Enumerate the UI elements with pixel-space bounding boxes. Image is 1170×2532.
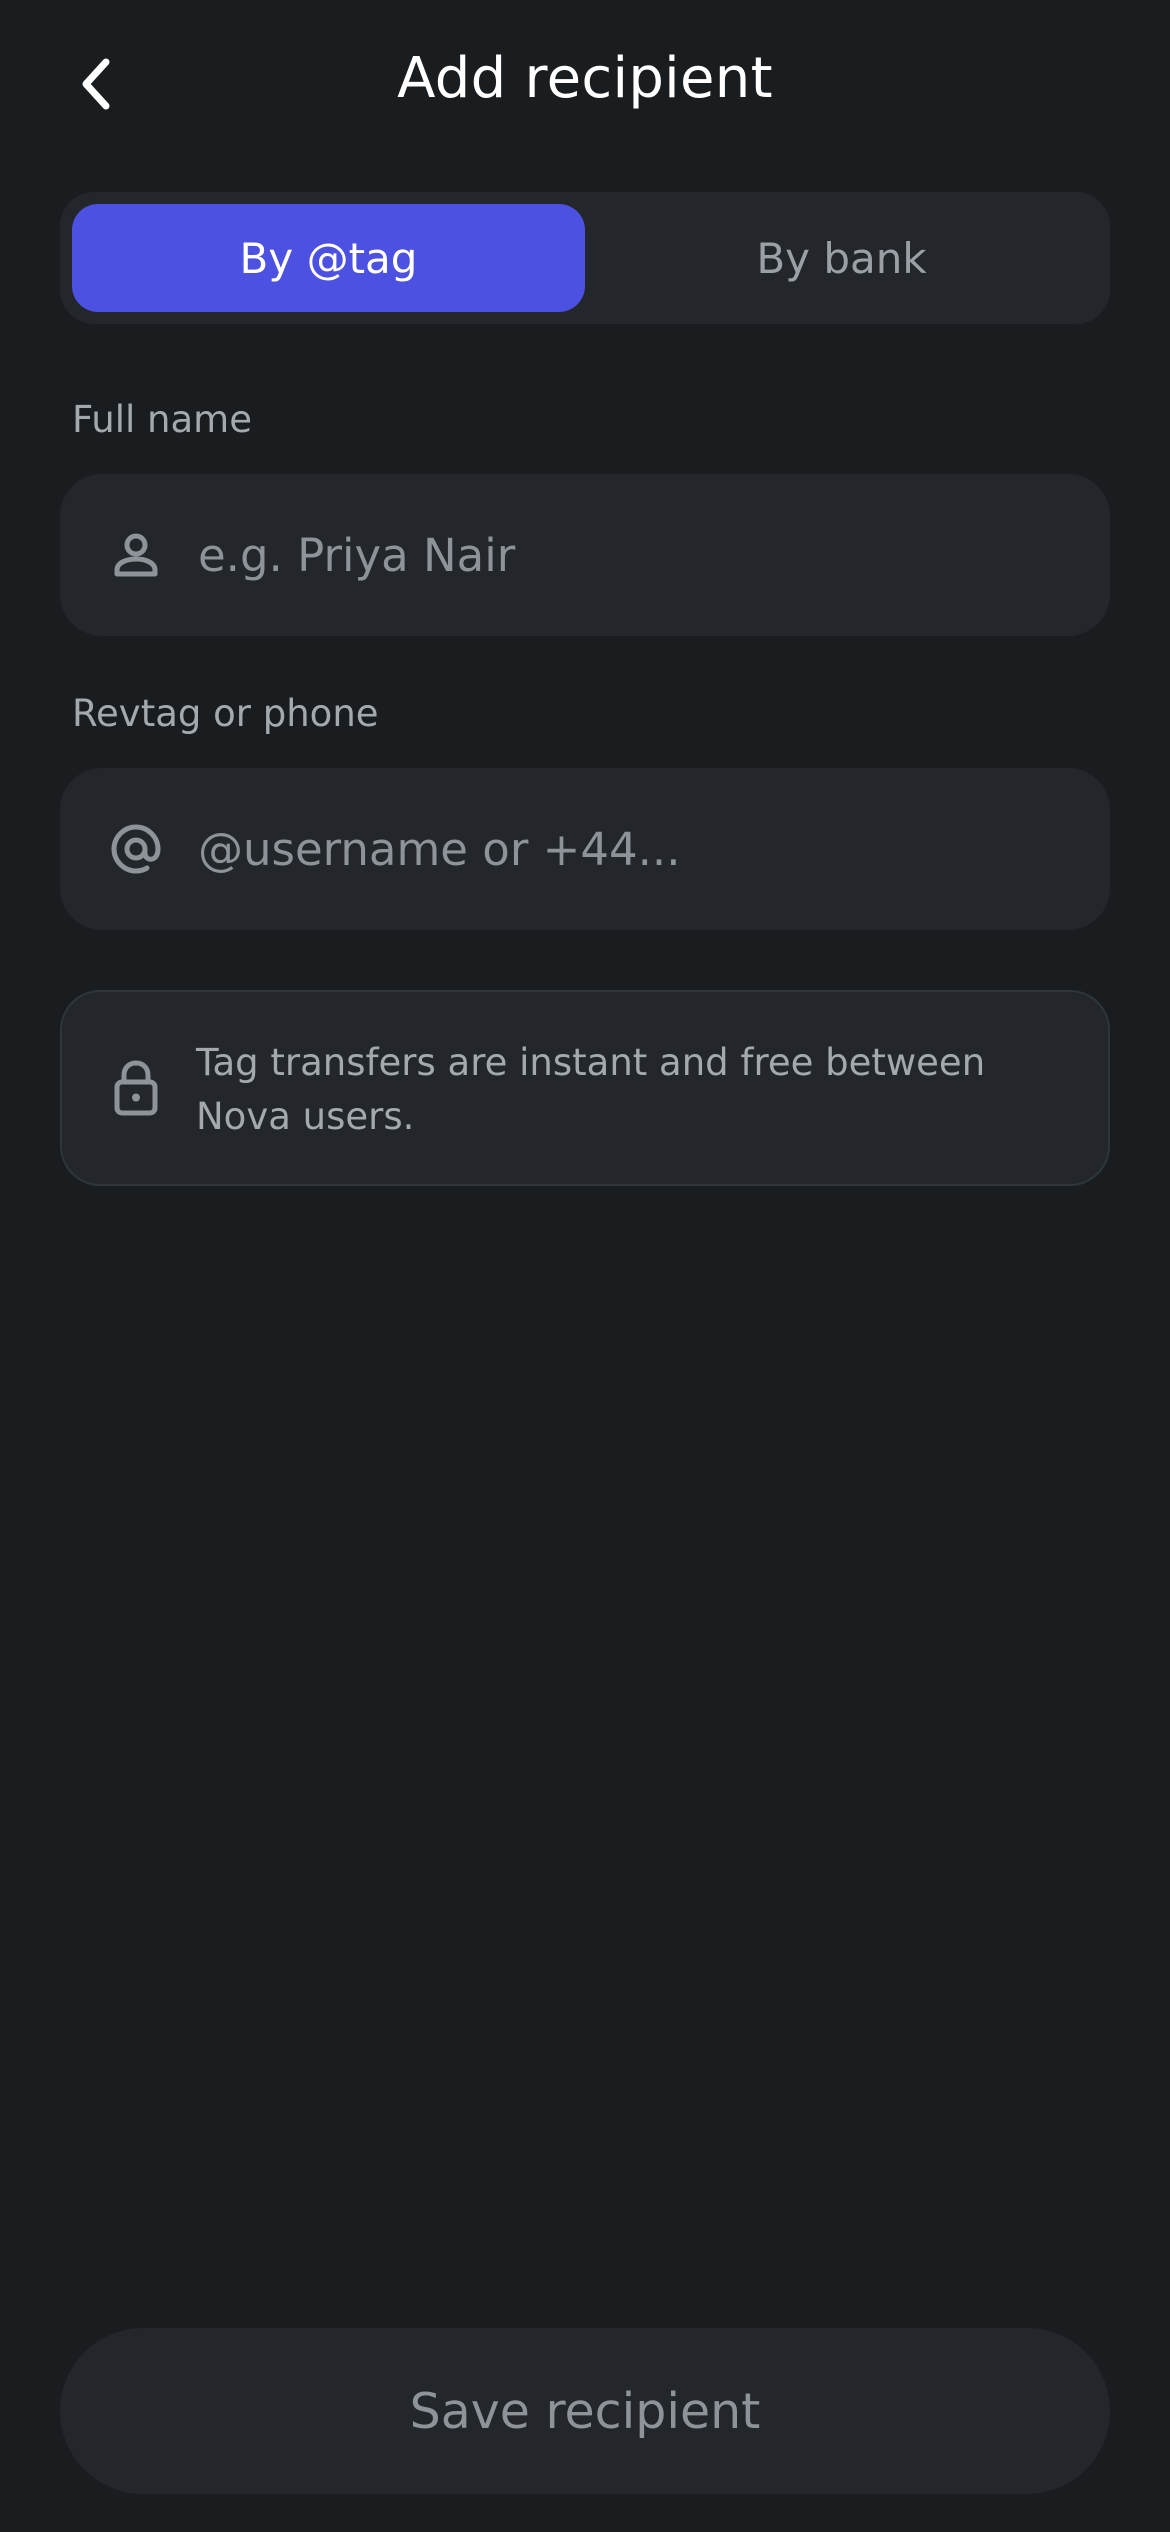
full-name-field[interactable] [60, 474, 1110, 636]
at-sign-icon [104, 817, 168, 881]
recipient-type-switcher: By @tag By bank [60, 192, 1110, 324]
revtag-field[interactable] [60, 768, 1110, 930]
revtag-input[interactable] [198, 768, 1078, 930]
page-title: Add recipient [397, 46, 773, 111]
revtag-label: Revtag or phone [72, 692, 379, 735]
tab-by-bank[interactable]: By bank [585, 204, 1098, 312]
lock-icon [104, 1056, 168, 1120]
info-notice: Tag transfers are instant and free betwe… [60, 990, 1110, 1186]
info-text: Tag transfers are instant and free betwe… [196, 1041, 986, 1138]
full-name-label: Full name [72, 398, 252, 441]
tab-by-tag[interactable]: By @tag [72, 204, 585, 312]
full-name-input[interactable] [198, 474, 1078, 636]
header: Add recipient [0, 0, 1170, 166]
person-icon [104, 523, 168, 587]
save-recipient-button[interactable]: Save recipient [60, 2328, 1110, 2494]
